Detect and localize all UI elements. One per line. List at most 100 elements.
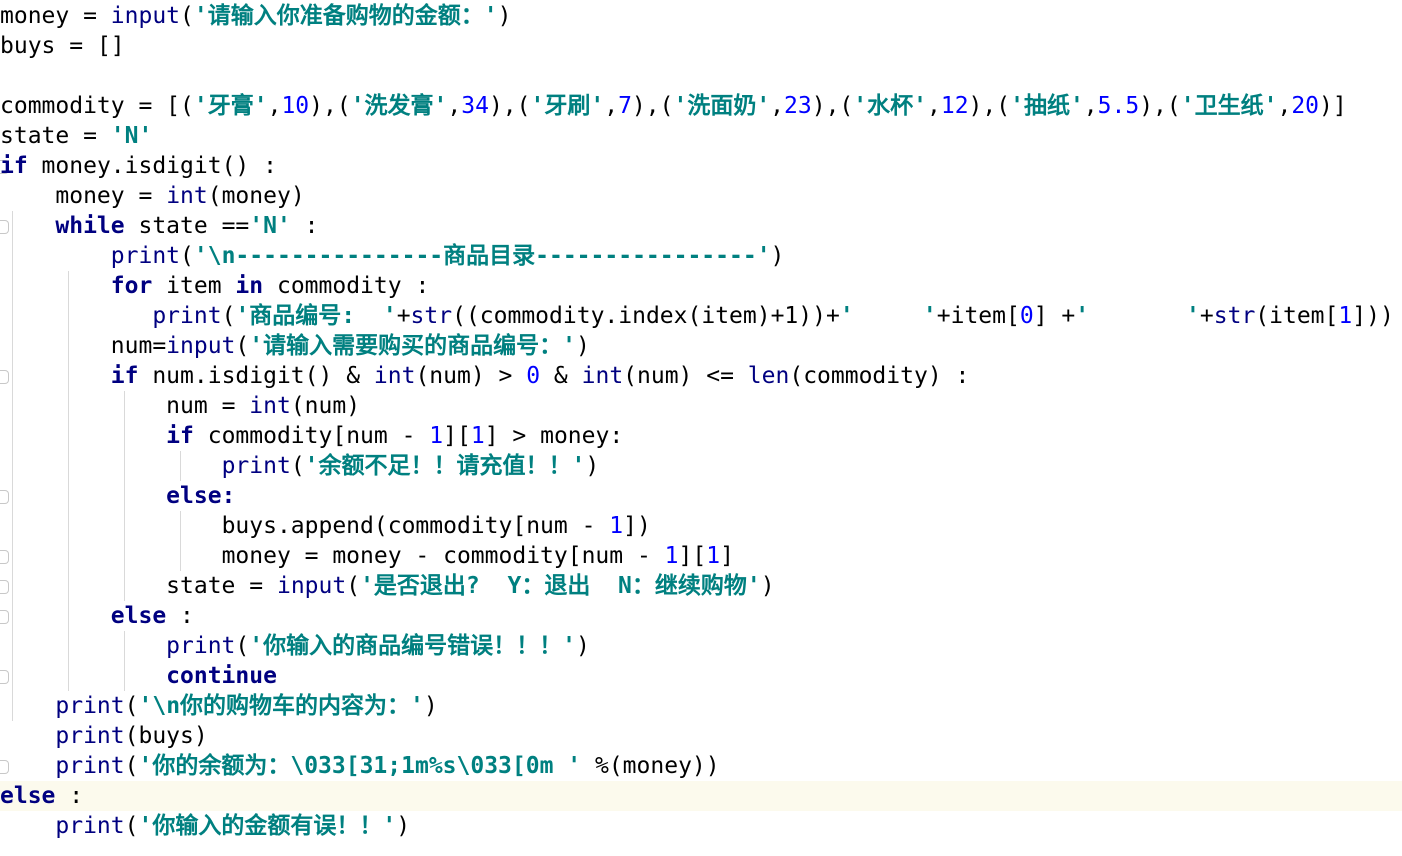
code-line[interactable]: else : (0, 601, 1402, 631)
code-token: '牙膏' (193, 93, 268, 119)
code-token: commodity[num - (193, 423, 430, 449)
code-token: 5.5 (1097, 93, 1140, 119)
code-line[interactable] (0, 61, 1402, 91)
code-line[interactable]: buys.append(commodity[num - 1]) (0, 511, 1402, 541)
code-token: print (55, 693, 125, 719)
code-token: & (540, 363, 582, 389)
code-token: 23 (784, 93, 812, 119)
code-line[interactable]: state = input('是否退出? Y：退出 N：继续购物') (0, 571, 1402, 601)
code-line[interactable]: commodity = [('牙膏',10),('洗发膏',34),('牙刷',… (0, 91, 1402, 121)
code-token: '你输入的金额有误！！' (138, 813, 397, 839)
code-token: len (747, 363, 790, 389)
code-token: , (926, 93, 941, 119)
code-token: 1 (1338, 303, 1353, 329)
code-token: ),( (968, 93, 1011, 119)
code-token: 20 (1291, 93, 1320, 119)
code-token: '\n你的购物车的内容为：' (138, 693, 424, 719)
code-token: = (69, 123, 111, 149)
code-token: ) (760, 573, 775, 599)
code-token: ) (396, 813, 411, 839)
code-token: '牙刷' (530, 93, 605, 119)
code-line[interactable]: buys = [] (0, 31, 1402, 61)
code-token: [( (166, 93, 194, 119)
code-line[interactable]: if money.isdigit() : (0, 151, 1402, 181)
code-token: num.isdigit() & (138, 363, 374, 389)
code-token: money (55, 183, 125, 209)
code-token: print (152, 303, 222, 329)
code-token: : (290, 213, 319, 239)
code-line[interactable]: print('你输入的商品编号错误！！！') (0, 631, 1402, 661)
code-line[interactable]: money = int(money) (0, 181, 1402, 211)
code-line[interactable]: else: (0, 481, 1402, 511)
code-line[interactable]: num=input('请输入需要购买的商品编号：') (0, 331, 1402, 361)
code-token: 1 (609, 513, 624, 539)
code-token: input (276, 573, 347, 599)
code-token: int (166, 183, 208, 209)
code-line[interactable]: print('余额不足！！请充值！！') (0, 451, 1402, 481)
code-editor[interactable]: money = input('请输入你准备购物的金额：') buys = [] co… (0, 0, 1402, 856)
code-line[interactable]: num = int(num) (0, 391, 1402, 421)
code-line[interactable]: print('\n你的购物车的内容为：') (0, 691, 1402, 721)
code-line[interactable]: print('商品编号: '+str((commodity.index(item… (0, 301, 1402, 331)
code-token: print (55, 723, 125, 749)
code-line[interactable]: print(buys) (0, 721, 1402, 751)
code-token: +item[ (936, 303, 1020, 329)
code-token: : (166, 603, 194, 629)
code-line[interactable]: if num.isdigit() & int(num) > 0 & int(nu… (0, 361, 1402, 391)
code-token: state (0, 123, 70, 149)
code-line[interactable]: if commodity[num - 1][1] > money: (0, 421, 1402, 451)
code-token: '余额不足！！请充值！！' (304, 453, 586, 479)
code-line[interactable]: for item in commodity : (0, 271, 1402, 301)
code-line[interactable]: print('你输入的金额有误！！') (0, 811, 1402, 841)
code-token: ] + (1033, 303, 1076, 329)
code-line[interactable]: money = input('请输入你准备购物的金额：') (0, 1, 1402, 31)
code-token: '\n---------------商品目录----------------' (193, 243, 771, 269)
code-token: ]) (623, 513, 651, 539)
code-token: '请输入需要购买的商品编号：' (249, 333, 576, 359)
code-token: ][ (678, 543, 707, 569)
code-token: : (55, 783, 84, 809)
code-token: ),( (1139, 93, 1181, 119)
code-token: while (55, 213, 125, 239)
code-line[interactable]: else : (0, 781, 1402, 811)
code-line[interactable]: state = 'N' (0, 121, 1402, 151)
code-token: ' ' (839, 303, 937, 329)
code-token: ),( (309, 93, 351, 119)
code-token: commodity : (263, 273, 430, 299)
code-token: money = money - commodity[num - (221, 543, 665, 569)
code-token: int (249, 393, 291, 419)
code-token: (buys) (124, 723, 208, 749)
code-token: 0 (1019, 303, 1034, 329)
code-token: ) (497, 3, 512, 29)
code-token: state == (124, 213, 250, 239)
code-token: '卫生纸' (1180, 93, 1278, 119)
code-line[interactable]: print('\n---------------商品目录------------… (0, 241, 1402, 271)
code-token: [] (96, 33, 125, 59)
code-token: ( (180, 3, 194, 29)
code-line[interactable]: continue (0, 661, 1402, 691)
code-token: str (1213, 303, 1256, 329)
code-line[interactable]: print('你的余额为：\033[31;1m%s\033[0m ' %(mon… (0, 751, 1402, 781)
code-line[interactable]: while state =='N' : (0, 211, 1402, 241)
code-token: print (55, 753, 125, 779)
code-token: 'N' (110, 123, 153, 149)
code-token: buys.append(commodity[num - (221, 513, 610, 539)
code-token: ),( (631, 93, 674, 119)
code-token: continue (166, 663, 277, 689)
code-token: '请输入你准备购物的金额：' (193, 3, 498, 29)
code-token: = (124, 93, 167, 119)
code-line[interactable]: money = money - commodity[num - 1][1] (0, 541, 1402, 571)
code-token: ( (235, 633, 250, 659)
